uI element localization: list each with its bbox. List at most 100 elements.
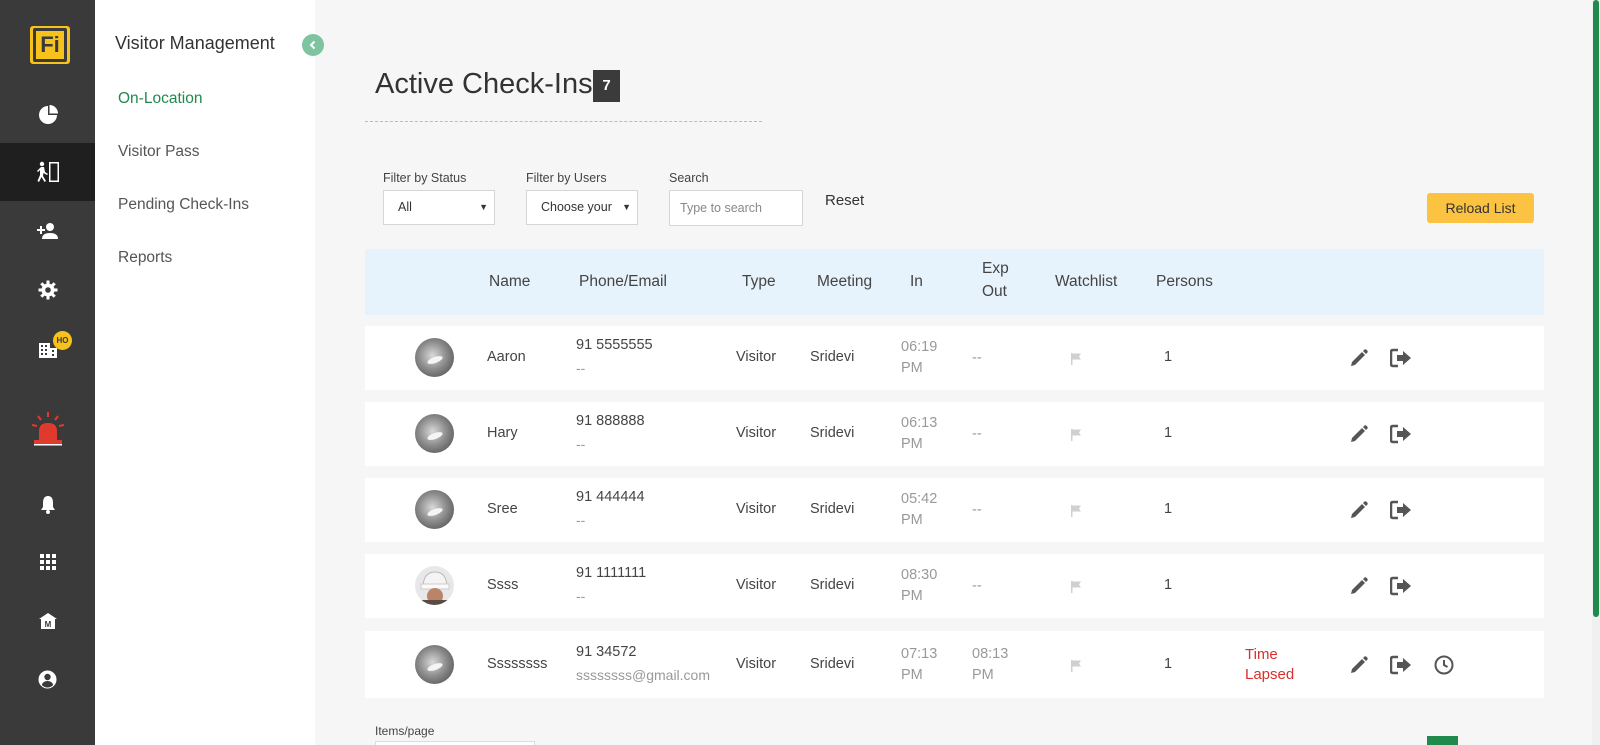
edit-button[interactable] xyxy=(1347,346,1371,370)
extend-time-button[interactable] xyxy=(1432,653,1456,677)
page-title: Active Check-Ins xyxy=(375,68,593,100)
rail-buildings[interactable] xyxy=(0,320,95,378)
collapse-sidebar-button[interactable] xyxy=(302,34,324,56)
subnav-item-pending-check-ins[interactable]: Pending Check-Ins xyxy=(118,196,249,214)
check-in-time: 06:19 xyxy=(901,339,938,355)
visitor-type: Visitor xyxy=(736,425,777,441)
edit-button[interactable] xyxy=(1347,574,1371,598)
search-input[interactable] xyxy=(669,190,803,226)
header-meeting: Meeting xyxy=(817,273,873,290)
subnav-item-on-location[interactable]: On-Location xyxy=(118,90,202,108)
subnav-title: Visitor Management xyxy=(115,33,275,53)
visitor-type: Visitor xyxy=(736,655,777,672)
filter-status-select[interactable]: All ▼ xyxy=(383,190,495,225)
rail-dashboard[interactable] xyxy=(0,86,95,144)
visitor-email: -- xyxy=(576,512,586,528)
check-in-ampm: PM xyxy=(901,666,923,683)
pie-chart-icon xyxy=(38,105,58,124)
app-rail: Fi HO M xyxy=(0,0,95,745)
visitor-phone: 91 888888 xyxy=(576,413,645,429)
reload-list-button[interactable]: Reload List xyxy=(1427,193,1534,223)
visitor-phone: 91 34572 xyxy=(576,643,637,660)
caret-down-icon: ▼ xyxy=(479,202,488,212)
check-out-button[interactable] xyxy=(1389,574,1413,598)
logo-text: Fi xyxy=(33,28,67,62)
header-watchlist: Watchlist xyxy=(1055,273,1118,290)
gear-icon xyxy=(38,280,57,300)
edit-button[interactable] xyxy=(1347,422,1371,446)
filter-status-value: All xyxy=(398,200,412,214)
visitor-type: Visitor xyxy=(736,349,777,365)
watchlist-flag-icon[interactable] xyxy=(1069,428,1083,442)
meeting-host: Sridevi xyxy=(810,655,855,672)
check-out-button[interactable] xyxy=(1389,653,1413,677)
expected-out-time: 08:13 xyxy=(972,645,1009,662)
clock-icon xyxy=(1434,655,1454,674)
alarm-siren-icon xyxy=(31,412,64,446)
check-in-ampm: PM xyxy=(901,588,923,604)
check-in-time: 07:13 xyxy=(901,645,938,662)
status-lapsed: Lapsed xyxy=(1245,665,1295,683)
chevron-left-icon xyxy=(309,40,316,50)
expected-out-time: -- xyxy=(972,502,982,518)
persons-count: 1 xyxy=(1164,655,1173,672)
reset-button[interactable]: Reset xyxy=(825,192,864,209)
watchlist-flag-icon[interactable] xyxy=(1069,352,1083,366)
rail-visitor-management[interactable] xyxy=(0,143,95,201)
count-badge: 7 xyxy=(593,70,620,102)
app-logo[interactable]: Fi xyxy=(30,26,70,64)
rail-apps[interactable] xyxy=(0,533,95,591)
expected-out-time: -- xyxy=(972,426,982,442)
watchlist-flag-icon[interactable] xyxy=(1069,504,1083,518)
visitor-phone: 91 1111111 xyxy=(576,565,647,581)
pencil-icon xyxy=(1351,655,1368,673)
rail-add-user[interactable] xyxy=(0,202,95,260)
table-row: Hary 91 888888 -- Visitor Sridevi 06:13 PM -- 1 xyxy=(365,402,1544,466)
add-user-icon xyxy=(36,223,58,239)
rail-notifications[interactable] xyxy=(0,475,95,533)
watchlist-flag-icon[interactable] xyxy=(1069,659,1083,673)
visitor-door-icon xyxy=(36,161,59,182)
bell-icon xyxy=(40,495,55,514)
check-out-button[interactable] xyxy=(1389,422,1413,446)
sign-out-icon xyxy=(1390,500,1411,520)
sign-out-icon xyxy=(1390,424,1411,444)
check-out-button[interactable] xyxy=(1389,498,1413,522)
visitor-email: -- xyxy=(576,588,586,604)
header-in: In xyxy=(910,273,923,290)
check-in-time: 08:30 xyxy=(901,567,938,583)
edit-button[interactable] xyxy=(1347,498,1371,522)
page-scrollbar[interactable] xyxy=(1592,0,1600,745)
visitor-name: Sree xyxy=(487,501,518,517)
filter-users-value: Choose your xyxy=(541,200,612,214)
table-row: Ssss 91 1111111 -- Visitor Sridevi 08:30 PM -- 1 xyxy=(365,554,1544,618)
rail-account[interactable] xyxy=(0,650,95,708)
filter-status-label: Filter by Status xyxy=(383,171,467,185)
rail-settings[interactable] xyxy=(0,261,95,319)
sign-out-icon xyxy=(1390,576,1411,596)
edit-button[interactable] xyxy=(1347,653,1371,677)
svg-text:M: M xyxy=(44,620,51,629)
check-out-button[interactable] xyxy=(1389,346,1413,370)
rail-home[interactable]: M xyxy=(0,592,95,650)
visitor-email: ssssssss@gmail.com xyxy=(576,666,711,683)
visitor-type: Visitor xyxy=(736,501,777,517)
pencil-icon xyxy=(1351,577,1368,594)
meeting-host: Sridevi xyxy=(810,577,855,593)
watchlist-flag-icon[interactable] xyxy=(1069,580,1083,594)
rail-emergency[interactable] xyxy=(0,400,95,458)
pagination-button[interactable] xyxy=(1427,736,1458,745)
items-per-page-select[interactable] xyxy=(375,741,535,745)
subnav-item-reports[interactable]: Reports xyxy=(118,249,172,267)
subnav-item-visitor-pass[interactable]: Visitor Pass xyxy=(118,143,200,161)
home-m-icon: M xyxy=(38,613,57,629)
status-time: Time xyxy=(1245,645,1278,663)
expected-out-time: -- xyxy=(972,350,982,366)
filter-users-select[interactable]: Choose your ▼ xyxy=(526,190,638,225)
scrollbar-thumb[interactable] xyxy=(1593,0,1599,617)
persons-count: 1 xyxy=(1164,577,1173,593)
table-row: Sree 91 444444 -- Visitor Sridevi 05:42 PM -- 1 xyxy=(365,478,1544,542)
expected-out-ampm: PM xyxy=(972,666,994,683)
check-in-time: 05:42 xyxy=(901,491,938,507)
account-icon xyxy=(38,670,57,688)
